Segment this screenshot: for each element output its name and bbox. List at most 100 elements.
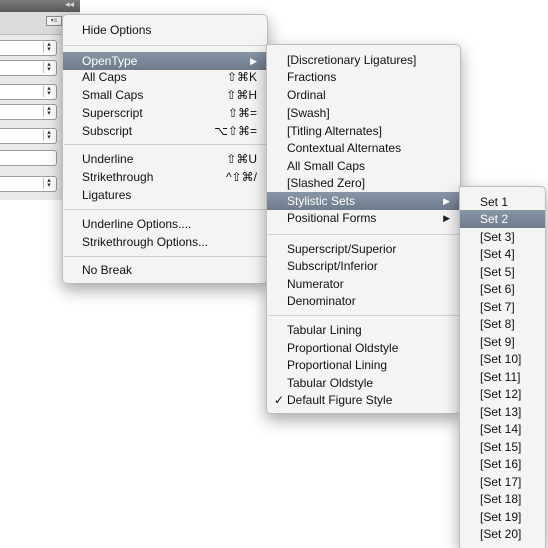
tracking-field[interactable]: ▴ ▾: [0, 104, 57, 120]
menu-item-denominator[interactable]: Denominator: [267, 292, 460, 310]
menu-item-strikethrough-options[interactable]: Strikethrough Options...: [63, 233, 267, 251]
stepper-icon[interactable]: ▴ ▾: [43, 85, 54, 97]
menu-separator: [64, 144, 266, 145]
font-size-field[interactable]: ▴ ▾: [0, 40, 57, 56]
menu-item-stylistic-sets[interactable]: Stylistic Sets ▶: [267, 192, 460, 210]
menu-item-hide-options[interactable]: Hide Options: [63, 21, 267, 39]
menu-item-set-8[interactable]: [Set 8]: [460, 315, 545, 333]
menu-item-set-17[interactable]: [Set 17]: [460, 473, 545, 491]
kerning-field[interactable]: ▴ ▾: [0, 84, 57, 100]
menu-item-label: Set 2: [480, 212, 509, 226]
menu-item-tabular-lining[interactable]: Tabular Lining: [267, 321, 460, 339]
menu-item-label: Proportional Lining: [287, 358, 388, 372]
menu-item-set-1[interactable]: Set 1: [460, 193, 545, 211]
shortcut-label: ⇧⌘=: [227, 106, 257, 120]
menu-item-all-small-caps[interactable]: All Small Caps: [267, 157, 460, 175]
menu-item-proportional-lining[interactable]: Proportional Lining: [267, 356, 460, 374]
menu-item-label: Superscript/Superior: [287, 242, 397, 256]
menu-item-set-5[interactable]: [Set 5]: [460, 263, 545, 281]
menu-item-label: Contextual Alternates: [287, 141, 402, 155]
menu-item-set-15[interactable]: [Set 15]: [460, 438, 545, 456]
menu-item-label: [Set 4]: [480, 247, 515, 261]
stepper-icon[interactable]: ▴ ▾: [43, 105, 54, 117]
language-select[interactable]: ▴ ▾: [0, 176, 57, 192]
menu-item-superscript[interactable]: Superscript ⇧⌘=: [63, 104, 267, 122]
menu-item-label: Small Caps: [82, 88, 144, 102]
menu-separator: [268, 315, 459, 316]
menu-item-set-13[interactable]: [Set 13]: [460, 403, 545, 421]
menu-separator: [64, 209, 266, 210]
menu-item-set-18[interactable]: [Set 18]: [460, 490, 545, 508]
shortcut-label: ⇧⌘K: [226, 70, 257, 84]
menu-item-label: [Set 19]: [480, 510, 522, 524]
menu-item-set-7[interactable]: [Set 7]: [460, 298, 545, 316]
menu-item-set-19[interactable]: [Set 19]: [460, 508, 545, 526]
menu-item-label: [Set 16]: [480, 457, 522, 471]
menu-item-label: [Titling Alternates]: [287, 124, 382, 138]
menu-item-label: [Set 6]: [480, 282, 515, 296]
baseline-shift-field[interactable]: [0, 150, 57, 166]
menu-separator: [268, 234, 459, 235]
stylistic-sets-submenu: Set 1 Set 2 [Set 3] [Set 4] [Set 5] [Set…: [459, 186, 546, 548]
menu-item-default-figure-style[interactable]: ✓ Default Figure Style: [267, 391, 460, 409]
menu-item-set-10[interactable]: [Set 10]: [460, 350, 545, 368]
menu-item-label: [Set 15]: [480, 440, 522, 454]
menu-item-label: Subscript/Inferior: [287, 259, 378, 273]
shortcut-label: ^⇧⌘/: [225, 170, 257, 184]
menu-item-subscript[interactable]: Subscript ⌥⇧⌘=: [63, 122, 267, 140]
menu-item-label: [Set 18]: [480, 492, 522, 506]
menu-item-set-6[interactable]: [Set 6]: [460, 280, 545, 298]
menu-item-label: Ordinal: [287, 88, 326, 102]
stepper-icon[interactable]: ▴ ▾: [43, 129, 54, 141]
leading-field[interactable]: ▴ ▾: [0, 60, 57, 76]
menu-item-label: [Set 17]: [480, 475, 522, 489]
menu-item-set-11[interactable]: [Set 11]: [460, 368, 545, 386]
menu-item-set-20[interactable]: [Set 20]: [460, 525, 545, 543]
stepper-icon[interactable]: ▴ ▾: [43, 177, 54, 189]
menu-item-titling-alternates[interactable]: [Titling Alternates]: [267, 122, 460, 140]
menu-item-label: Strikethrough: [82, 170, 154, 184]
menu-separator: [64, 256, 266, 257]
menu-item-small-caps[interactable]: Small Caps ⇧⌘H: [63, 86, 267, 104]
vertical-scale-field[interactable]: ▴ ▾: [0, 128, 57, 144]
menu-item-label: [Set 7]: [480, 300, 515, 314]
menu-item-superscript-superior[interactable]: Superscript/Superior: [267, 240, 460, 258]
panel-menu-icon[interactable]: ▾≡: [46, 16, 62, 26]
menu-item-ligatures[interactable]: Ligatures: [63, 186, 267, 204]
menu-item-label: No Break: [82, 263, 133, 277]
menu-item-positional-forms[interactable]: Positional Forms ▶: [267, 209, 460, 227]
menu-item-underline[interactable]: Underline ⇧⌘U: [63, 150, 267, 168]
shortcut-label: ⇧⌘U: [226, 152, 257, 166]
stepper-icon[interactable]: ▴ ▾: [43, 41, 54, 53]
menu-item-slashed-zero[interactable]: [Slashed Zero]: [267, 174, 460, 192]
menu-item-set-12[interactable]: [Set 12]: [460, 385, 545, 403]
menu-item-set-3[interactable]: [Set 3]: [460, 228, 545, 246]
menu-item-fractions[interactable]: Fractions: [267, 68, 460, 86]
menu-item-proportional-oldstyle[interactable]: Proportional Oldstyle: [267, 339, 460, 357]
menu-item-tabular-oldstyle[interactable]: Tabular Oldstyle: [267, 374, 460, 392]
menu-item-set-14[interactable]: [Set 14]: [460, 420, 545, 438]
menu-item-discretionary-ligatures[interactable]: [Discretionary Ligatures]: [267, 51, 460, 69]
menu-item-set-9[interactable]: [Set 9]: [460, 333, 545, 351]
stepper-icon[interactable]: ▴ ▾: [43, 61, 54, 73]
menu-item-label: [Slashed Zero]: [287, 176, 366, 190]
menu-item-label: Underline Options....: [82, 217, 192, 231]
menu-item-contextual-alternates[interactable]: Contextual Alternates: [267, 139, 460, 157]
menu-item-label: [Set 13]: [480, 405, 522, 419]
menu-item-all-caps[interactable]: All Caps ⇧⌘K: [63, 68, 267, 86]
menu-item-subscript-inferior[interactable]: Subscript/Inferior: [267, 257, 460, 275]
menu-item-set-4[interactable]: [Set 4]: [460, 245, 545, 263]
menu-item-label: Fractions: [287, 70, 337, 84]
menu-item-swash[interactable]: [Swash]: [267, 104, 460, 122]
menu-item-set-16[interactable]: [Set 16]: [460, 455, 545, 473]
menu-item-set-2[interactable]: Set 2: [460, 210, 545, 228]
menu-item-label: Strikethrough Options...: [82, 235, 209, 249]
menu-item-strikethrough[interactable]: Strikethrough ^⇧⌘/: [63, 168, 267, 186]
menu-item-ordinal[interactable]: Ordinal: [267, 86, 460, 104]
menu-item-no-break[interactable]: No Break: [63, 261, 267, 279]
menu-item-numerator[interactable]: Numerator: [267, 275, 460, 293]
shortcut-label: ⇧⌘H: [226, 88, 257, 102]
collapse-icon[interactable]: ◂◂: [65, 0, 74, 10]
menu-item-label: All Caps: [82, 70, 127, 84]
menu-item-underline-options[interactable]: Underline Options....: [63, 215, 267, 233]
